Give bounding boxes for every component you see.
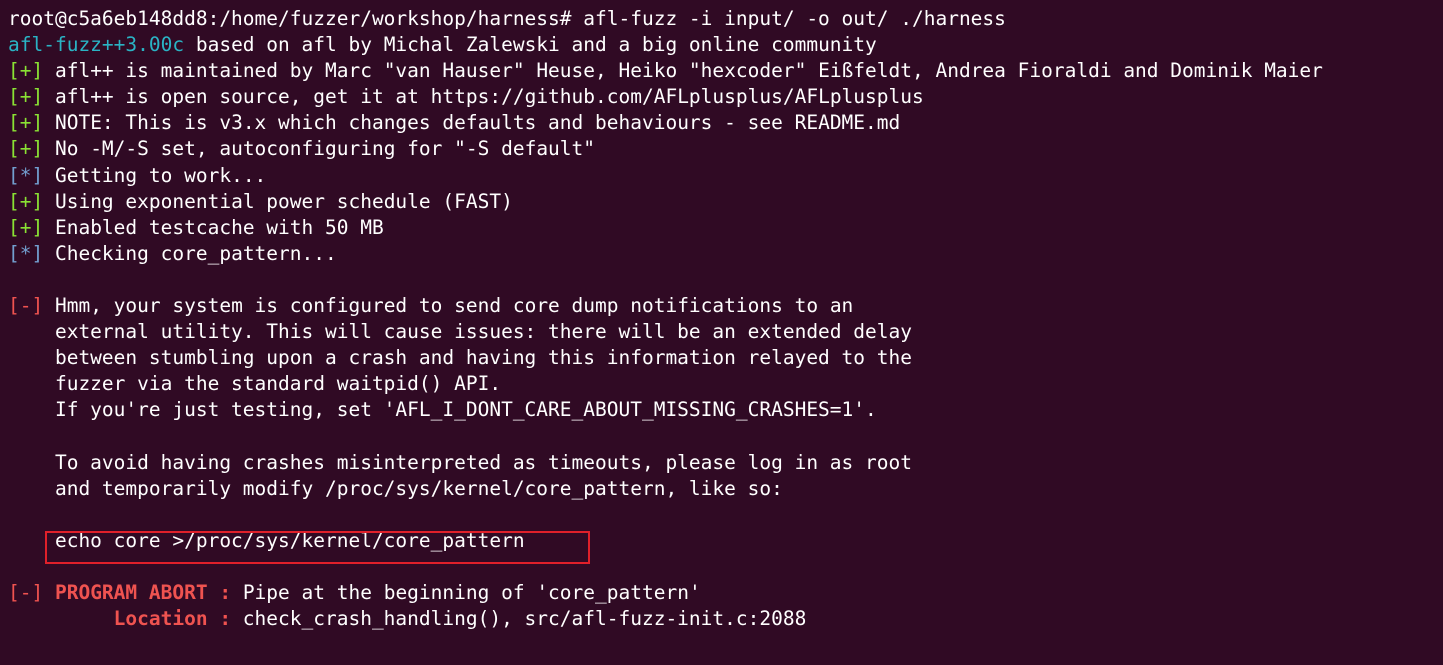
warning-line: If you're just testing, set 'AFL_I_DONT_…	[8, 398, 877, 422]
info-line: [+] Using exponential power schedule (FA…	[8, 189, 1443, 215]
abort-label: PROGRAM ABORT :	[43, 581, 232, 605]
info-text: Using exponential power schedule (FAST)	[43, 189, 513, 213]
warning-line: [-] Hmm, your system is configured to se…	[8, 293, 1443, 319]
location-text: check_crash_handling(), src/afl-fuzz-ini…	[231, 607, 807, 631]
warning-tag: [-]	[8, 294, 44, 318]
info-text: Enabled testcache with 50 MB	[43, 215, 384, 239]
info-tag: [+]	[8, 215, 44, 239]
info-tag: [+]	[8, 137, 44, 161]
prompt-line: root@c5a6eb148dd8:/home/fuzzer/workshop/…	[8, 7, 1006, 30]
info-tag: [*]	[8, 163, 44, 187]
info-tag: [+]	[8, 85, 44, 109]
warning-line: between stumbling upon a crash and havin…	[8, 346, 912, 370]
info-text: Getting to work...	[43, 163, 267, 187]
info-line: [+] NOTE: This is v3.x which changes def…	[8, 110, 1443, 136]
warning-line	[8, 502, 1443, 528]
info-line: [+] No -M/-S set, autoconfiguring for "-…	[8, 136, 1443, 162]
warning-line	[8, 424, 1443, 450]
info-line: [+] Enabled testcache with 50 MB	[8, 215, 1443, 241]
location-label: Location :	[8, 607, 232, 631]
terminal-window[interactable]: root@c5a6eb148dd8:/home/fuzzer/workshop/…	[0, 0, 1443, 665]
command-highlight-box	[45, 531, 590, 564]
info-tag: [*]	[8, 241, 44, 265]
warning-line: fuzzer via the standard waitpid() API.	[8, 372, 502, 396]
banner-text: based on afl by Michal Zalewski and a bi…	[184, 33, 877, 57]
info-text: afl++ is open source, get it at https://…	[43, 85, 924, 109]
abort-tag: [-]	[8, 581, 44, 605]
location-line: Location : check_crash_handling(), src/a…	[8, 606, 1443, 632]
warning-line: external utility. This will cause issues…	[8, 320, 912, 344]
info-text: Checking core_pattern...	[43, 241, 337, 265]
info-line: [*] Getting to work...	[8, 163, 1443, 189]
warning-text: Hmm, your system is configured to send c…	[43, 294, 854, 318]
info-tag: [+]	[8, 111, 44, 135]
info-line: [+] afl++ is open source, get it at http…	[8, 84, 1443, 110]
warning-line: To avoid having crashes misinterpreted a…	[8, 450, 912, 474]
info-tag: [+]	[8, 59, 44, 83]
banner-line: afl-fuzz++3.00c based on afl by Michal Z…	[8, 32, 1443, 58]
warning-line: and temporarily modify /proc/sys/kernel/…	[8, 476, 783, 500]
abort-text: Pipe at the beginning of 'core_pattern'	[231, 581, 701, 605]
info-line: [*] Checking core_pattern...	[8, 241, 1443, 267]
version-text: afl-fuzz++3.00c	[8, 33, 185, 57]
info-text: NOTE: This is v3.x which changes default…	[43, 111, 901, 135]
info-text: afl++ is maintained by Marc "van Hauser"…	[43, 59, 1323, 83]
info-text: No -M/-S set, autoconfiguring for "-S de…	[43, 137, 596, 161]
info-line: [+] afl++ is maintained by Marc "van Hau…	[8, 58, 1443, 84]
abort-line: [-] PROGRAM ABORT : Pipe at the beginnin…	[8, 580, 1443, 606]
info-tag: [+]	[8, 189, 44, 213]
